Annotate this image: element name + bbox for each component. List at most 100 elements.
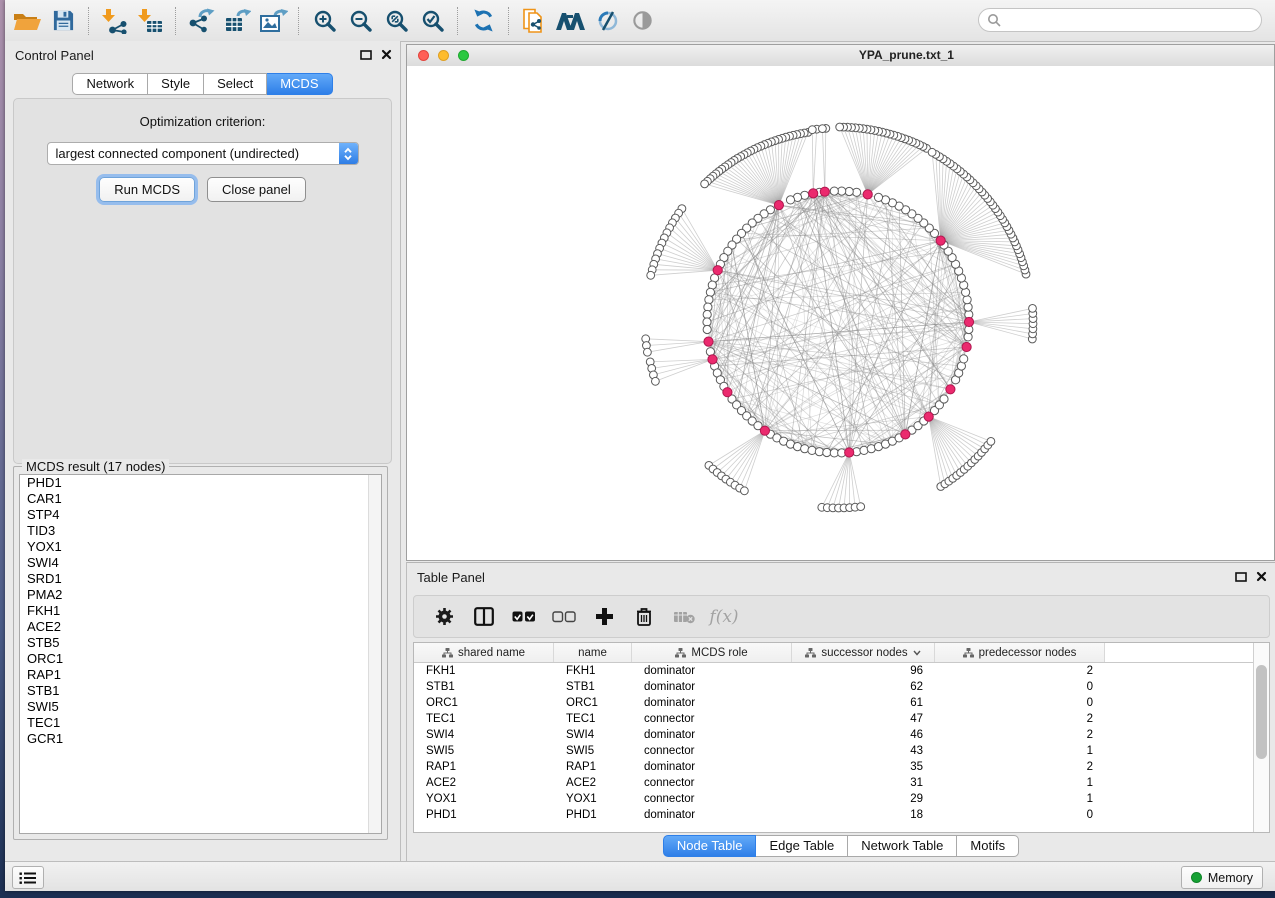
cell-name[interactable]: SWI4 — [554, 727, 632, 743]
mcds-node[interactable] — [845, 448, 854, 457]
cell-shared-name[interactable]: ORC1 — [414, 695, 554, 711]
cell-MCDS-role[interactable]: dominator — [632, 759, 792, 775]
tab-mcds[interactable]: MCDS — [267, 73, 332, 95]
cell-MCDS-role[interactable]: connector — [632, 711, 792, 727]
cell-successor-nodes[interactable]: 31 — [792, 775, 935, 791]
cell-MCDS-role[interactable]: dominator — [632, 727, 792, 743]
leaf-node[interactable] — [647, 271, 655, 279]
cell-predecessor-nodes[interactable]: 2 — [935, 759, 1105, 775]
mcds-result-item[interactable]: PHD1 — [20, 475, 381, 491]
mcds-result-item[interactable]: PMA2 — [20, 587, 381, 603]
leaf-node[interactable] — [652, 377, 660, 385]
ring-node[interactable] — [940, 395, 948, 403]
cell-name[interactable]: YOX1 — [554, 791, 632, 807]
search-box[interactable] — [978, 8, 1262, 32]
save-session-button[interactable] — [45, 4, 81, 38]
column-header-predecessor-nodes[interactable]: predecessor nodes — [935, 643, 1105, 662]
show-graphics-button[interactable] — [624, 4, 660, 38]
mcds-result-item[interactable]: STB5 — [20, 635, 381, 651]
tab-select[interactable]: Select — [204, 73, 267, 95]
ring-node[interactable] — [874, 193, 882, 201]
leaf-node[interactable] — [644, 348, 652, 356]
import-table-button[interactable] — [132, 4, 168, 38]
mcds-node[interactable] — [820, 187, 829, 196]
cell-MCDS-role[interactable]: dominator — [632, 695, 792, 711]
cell-MCDS-role[interactable]: connector — [632, 775, 792, 791]
table-row[interactable]: PHD1PHD1dominator180 — [414, 807, 1269, 823]
cell-MCDS-role[interactable]: connector — [632, 743, 792, 759]
mcds-result-item[interactable]: TID3 — [20, 523, 381, 539]
cell-successor-nodes[interactable]: 46 — [792, 727, 935, 743]
cell-name[interactable]: PHD1 — [554, 807, 632, 823]
cell-MCDS-role[interactable]: connector — [632, 791, 792, 807]
cell-name[interactable]: ACE2 — [554, 775, 632, 791]
cell-MCDS-role[interactable]: dominator — [632, 663, 792, 679]
column-header-successor-nodes[interactable]: successor nodes — [792, 643, 935, 662]
mcds-node[interactable] — [946, 385, 955, 394]
cell-successor-nodes[interactable]: 29 — [792, 791, 935, 807]
cell-shared-name[interactable]: STB1 — [414, 679, 554, 695]
ring-node[interactable] — [845, 187, 853, 195]
ring-node[interactable] — [823, 448, 831, 456]
table-settings-button[interactable] — [424, 601, 464, 633]
cell-shared-name[interactable]: FKH1 — [414, 663, 554, 679]
cell-shared-name[interactable]: SWI5 — [414, 743, 554, 759]
table-row[interactable]: ACE2ACE2connector311 — [414, 775, 1269, 791]
zoom-fit-button[interactable] — [378, 4, 414, 38]
mcds-result-item[interactable]: SWI4 — [20, 555, 381, 571]
table-scrollbar[interactable] — [1253, 643, 1269, 832]
mcds-result-item[interactable]: ACE2 — [20, 619, 381, 635]
cell-successor-nodes[interactable]: 62 — [792, 679, 935, 695]
table-scrollbar-thumb[interactable] — [1256, 665, 1267, 759]
mcds-result-item[interactable]: YOX1 — [20, 539, 381, 555]
hide-graphics-button[interactable] — [588, 4, 624, 38]
ring-node[interactable] — [853, 188, 861, 196]
import-network-button[interactable] — [96, 4, 132, 38]
mcds-node[interactable] — [936, 236, 945, 245]
close-panel-button[interactable]: Close panel — [207, 177, 306, 202]
cell-name[interactable]: STB1 — [554, 679, 632, 695]
mcds-node[interactable] — [760, 426, 769, 435]
cell-name[interactable]: RAP1 — [554, 759, 632, 775]
network-canvas[interactable] — [407, 66, 1274, 560]
task-history-button[interactable] — [12, 866, 44, 889]
mcds-node[interactable] — [708, 355, 717, 364]
cell-successor-nodes[interactable]: 18 — [792, 807, 935, 823]
cell-MCDS-role[interactable]: dominator — [632, 807, 792, 823]
mcds-result-item[interactable]: STP4 — [20, 507, 381, 523]
mcds-result-item[interactable]: SWI5 — [20, 699, 381, 715]
open-file-button[interactable] — [9, 4, 45, 38]
cell-shared-name[interactable]: ACE2 — [414, 775, 554, 791]
tab-network[interactable]: Network — [72, 73, 148, 95]
table-row[interactable]: SWI4SWI4dominator462 — [414, 727, 1269, 743]
close-panel-icon[interactable] — [381, 49, 392, 60]
cell-predecessor-nodes[interactable]: 0 — [935, 679, 1105, 695]
leaf-node[interactable] — [808, 126, 816, 134]
ring-node[interactable] — [706, 288, 714, 296]
cell-MCDS-role[interactable]: dominator — [632, 679, 792, 695]
cell-predecessor-nodes[interactable]: 2 — [935, 711, 1105, 727]
delete-column-button[interactable] — [624, 601, 664, 633]
cell-successor-nodes[interactable]: 61 — [792, 695, 935, 711]
select-all-button[interactable] — [504, 601, 544, 633]
ring-node[interactable] — [705, 296, 713, 304]
cell-successor-nodes[interactable]: 35 — [792, 759, 935, 775]
table-row[interactable]: SWI5SWI5connector431 — [414, 743, 1269, 759]
table-row[interactable]: ORC1ORC1dominator610 — [414, 695, 1269, 711]
close-table-panel-icon[interactable] — [1256, 571, 1267, 582]
mcds-result-item[interactable]: SRD1 — [20, 571, 381, 587]
export-network-button[interactable] — [183, 4, 219, 38]
mcds-result-list[interactable]: PHD1CAR1STP4TID3YOX1SWI4SRD1PMA2FKH1ACE2… — [19, 474, 382, 834]
column-header-name[interactable]: name — [554, 643, 632, 662]
ring-node[interactable] — [703, 310, 711, 318]
show-columns-button[interactable] — [464, 601, 504, 633]
table-row[interactable]: FKH1FKH1dominator962 — [414, 663, 1269, 679]
ring-node[interactable] — [703, 325, 711, 333]
tab-motifs[interactable]: Motifs — [957, 835, 1019, 857]
memory-button[interactable]: Memory — [1181, 866, 1263, 889]
tab-edge-table[interactable]: Edge Table — [756, 835, 848, 857]
table-row[interactable]: RAP1RAP1dominator352 — [414, 759, 1269, 775]
mcds-node[interactable] — [924, 412, 933, 421]
leaf-node[interactable] — [987, 438, 995, 446]
mcds-node[interactable] — [774, 201, 783, 210]
